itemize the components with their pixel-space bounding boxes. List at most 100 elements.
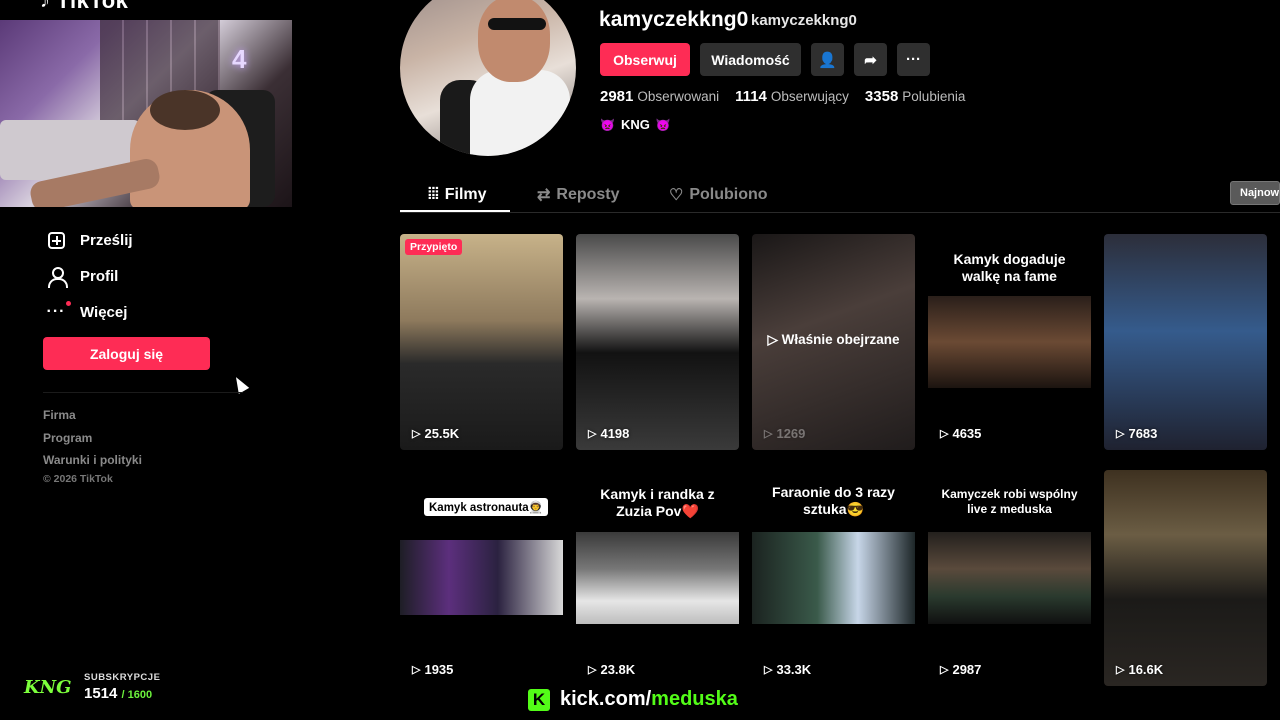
footer-link-terms[interactable]: Warunki i polityki (43, 449, 142, 472)
sidebar-item-more[interactable]: ··· Więcej (46, 294, 133, 330)
just-watched-overlay: ▷ Właśnie obejrzane (767, 332, 900, 347)
tiktok-logo-text: TikTok (56, 0, 129, 13)
stat-value: 3358 (864, 88, 899, 105)
sidebar-item-label: Więcej (80, 303, 128, 321)
active-tab-indicator (400, 210, 510, 212)
sidebar-divider (43, 392, 243, 393)
stat-label: Obserwowani (637, 89, 720, 104)
play-icon: ▷ (764, 664, 773, 676)
profile-avatar[interactable] (400, 0, 576, 156)
sidebar-item-profile[interactable]: Profil (46, 258, 133, 294)
view-count-value: 4635 (952, 426, 982, 441)
video-card[interactable]: ▷ 4198 (576, 234, 739, 450)
video-card[interactable]: Faraonie do 3 razy sztuka😎 ▷ 33.3K (752, 470, 915, 686)
share-button[interactable]: ➦ (854, 43, 887, 76)
subscription-counter: KNG SUBSKRYPCJE 1514 / 1600 (24, 670, 160, 704)
video-card[interactable]: Kamyczek robi wspólny live z meduska ▷ 29… (928, 470, 1091, 686)
devil-emoji-icon: 👿 (655, 117, 671, 132)
add-friend-icon: 👤 (818, 51, 837, 69)
subs-count: 1514 (84, 685, 118, 702)
follow-button[interactable]: Obserwuj (600, 43, 690, 76)
upload-plus-icon (46, 230, 66, 250)
kick-domain: kick.com/ (560, 688, 652, 710)
view-count-value: 23.8K (600, 662, 636, 677)
view-count-value: 4198 (600, 426, 630, 441)
view-count: ▷ 23.8K (588, 662, 635, 677)
tiktok-logo[interactable]: ♪ TikTok (40, 0, 128, 14)
view-count: ▷ 16.6K (1116, 662, 1163, 677)
heart-icon: ♡ (669, 187, 684, 204)
more-options-button[interactable]: ··· (897, 43, 930, 76)
devil-emoji-icon: 👿 (600, 117, 615, 132)
video-title-overlay: Kamyczek robi wspólny live z meduska (941, 487, 1078, 516)
video-card[interactable]: Kamyk i randka z Zuzia Pov❤️ ▷ 23.8K (576, 470, 739, 686)
sidebar-footer: Firma Program Warunki i polityki © 2026 … (43, 404, 142, 485)
play-icon: ▷ (412, 428, 421, 440)
kick-logo-icon: K (528, 688, 550, 711)
tiktok-note-icon: ♪ (40, 0, 51, 12)
view-count-value: 33.3K (776, 662, 812, 677)
video-card[interactable]: Przypięto ▷ 25.5K (400, 234, 563, 450)
tab-label: Reposty (556, 186, 620, 203)
sidebar-nav: Prześlij Profil ··· Więcej (46, 222, 133, 330)
play-icon: ▷ (1116, 428, 1125, 440)
video-thumbnail (928, 532, 1091, 624)
suggested-accounts-button[interactable]: 👤 (811, 43, 844, 76)
profile-bio: 👿 KNG 👿 (600, 117, 671, 132)
streamer-webcam: 4 (0, 20, 292, 207)
video-card[interactable]: Kamyk astronauta👨‍🚀 ▷ 1935 (400, 470, 563, 686)
stat-label: Polubienia (902, 89, 966, 104)
profile-stats: 2981 Obserwowani 1114 Obserwujący 3358 Polu… (600, 88, 965, 105)
stat-label: Obserwujący (770, 89, 849, 104)
play-icon: ▷ (412, 664, 421, 676)
video-card[interactable]: ▷ Właśnie obejrzane ▷ 1269 (752, 234, 915, 450)
view-count-value: 16.6K (1128, 662, 1164, 677)
footer-link-company[interactable]: Firma (43, 404, 142, 427)
video-card[interactable]: ▷ 16.6K (1104, 470, 1267, 686)
just-watched-label: Właśnie obejrzane (781, 332, 900, 347)
profile-actions: Obserwuj Wiadomość 👤 ➦ ··· (600, 43, 930, 76)
repost-icon: ⇄ (537, 187, 551, 204)
stat-following[interactable]: 2981 Obserwowani (600, 88, 719, 105)
view-count-value: 1269 (776, 426, 806, 441)
subs-goal: / 1600 (121, 689, 153, 701)
view-count: ▷ 2987 (940, 662, 981, 677)
grid-icon: ⦙⦙⦙ (428, 186, 439, 203)
play-icon: ▷ (588, 664, 597, 676)
bio-text: KNG (620, 117, 650, 132)
footer-link-program[interactable]: Program (43, 427, 142, 450)
view-count: ▷ 4198 (588, 426, 629, 441)
video-card[interactable]: ▷ 7683 (1104, 234, 1267, 450)
tab-reposts[interactable]: ⇄ Reposty (537, 178, 620, 212)
view-count: ▷ 7683 (1116, 426, 1157, 441)
view-count: ▷ 33.3K (764, 662, 811, 677)
view-count-value: 2987 (952, 662, 982, 677)
share-icon: ➦ (864, 51, 877, 69)
tab-label: Filmy (444, 186, 487, 203)
stat-followers[interactable]: 1114 Obserwujący (735, 88, 849, 105)
view-count-value: 25.5K (424, 426, 460, 441)
kick-channel-banner: K kick.com/meduska (528, 688, 738, 711)
stat-value: 1114 (735, 88, 767, 105)
video-title-overlay: Faraonie do 3 razy sztuka😎 (772, 484, 895, 517)
kick-channel-name: meduska (651, 688, 738, 710)
video-thumbnail (752, 532, 915, 624)
sort-latest-button[interactable]: Najnowsze (1230, 181, 1280, 205)
view-count: ▷ 25.5K (412, 426, 459, 441)
profile-username: kamyczekkng0 (599, 8, 749, 31)
message-button[interactable]: Wiadomość (700, 43, 801, 76)
play-icon: ▷ (940, 428, 949, 440)
view-count-value: 1935 (424, 662, 454, 677)
more-dots-icon: ··· (46, 301, 72, 322)
tab-videos[interactable]: ⦙⦙⦙ Filmy (428, 178, 487, 212)
sidebar-item-upload[interactable]: Prześlij (46, 222, 133, 258)
play-icon: ▷ (588, 428, 597, 440)
video-card[interactable]: Kamyk dogaduje walkę na fame ▷ 4635 (928, 234, 1091, 450)
video-caption: Kamyk astronauta👨‍🚀 (424, 498, 549, 516)
kng-logo: KNG (24, 676, 72, 698)
user-icon (46, 266, 68, 288)
login-button[interactable]: Zaloguj się (43, 337, 210, 370)
view-count: ▷ 4635 (940, 426, 981, 441)
tab-liked[interactable]: ♡ Polubiono (669, 178, 768, 212)
play-icon: ▷ (1116, 664, 1125, 676)
